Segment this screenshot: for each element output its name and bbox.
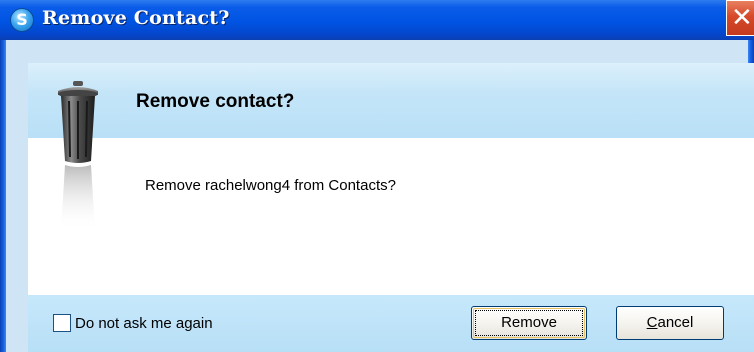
dialog-panel: Remove contact? Remove rachelwong4 from … (28, 63, 754, 352)
close-icon[interactable]: ✕ (731, 1, 753, 35)
trash-can-icon (58, 81, 98, 231)
skype-logo-glyph: S (16, 10, 28, 29)
cancel-button[interactable]: Cancel (616, 306, 724, 340)
cancel-mnemonic-letter[interactable]: C (647, 314, 658, 331)
dialog-message: Remove rachelwong4 from Contacts? (145, 177, 396, 194)
focus-ring (475, 310, 583, 336)
skype-logo-icon: S (10, 8, 34, 32)
do-not-ask-checkbox[interactable] (53, 314, 71, 332)
dialog-header: Remove contact? (28, 63, 754, 138)
do-not-ask-checkbox-row[interactable]: Do not ask me again (53, 312, 213, 334)
close-button[interactable]: ✕ (726, 0, 754, 36)
dialog-footer: Do not ask me again Remove Cancel (28, 295, 754, 352)
title-bar[interactable]: S Remove Contact? ✕ (0, 0, 754, 40)
remove-button[interactable]: Remove (471, 306, 587, 340)
dialog-heading: Remove contact? (136, 91, 295, 112)
window-client-area: Remove contact? Remove rachelwong4 from … (6, 40, 754, 352)
do-not-ask-label[interactable]: Do not ask me again (75, 315, 213, 332)
dialog-content: Remove rachelwong4 from Contacts? (28, 138, 754, 295)
window-title: Remove Contact? (42, 7, 230, 29)
cancel-button-label-rest[interactable]: ancel (657, 314, 693, 331)
